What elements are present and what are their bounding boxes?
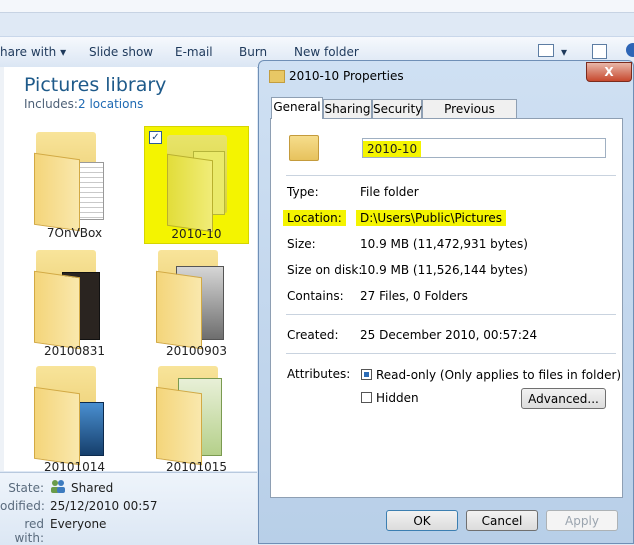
state-label: State: (8, 481, 44, 495)
tile-caption: 7OnVBox (46, 226, 103, 240)
help-icon[interactable] (626, 43, 634, 57)
cancel-button[interactable]: Cancel (466, 510, 538, 531)
hidden-label: Hidden (376, 391, 419, 405)
size-on-disk-label: Size on disk: (287, 263, 363, 277)
modified-label: odified: (0, 499, 45, 513)
type-value: File folder (360, 185, 419, 199)
separator (286, 175, 616, 176)
tab-previous-versions[interactable]: Previous Versions (422, 99, 517, 134)
folder-front-icon (156, 270, 202, 350)
location-value: D:\Users\Public\Pictures (356, 210, 507, 226)
created-value: 25 December 2010, 00:57:24 (360, 328, 538, 342)
general-tab-panel: 2010-10 Type: File folder Location: D:\U… (270, 118, 623, 498)
created-label: Created: (287, 328, 339, 342)
folder-icon (269, 70, 285, 83)
tile-caption: 2010-10 (171, 227, 222, 241)
preview-pane-icon[interactable] (592, 44, 607, 59)
new-folder-button[interactable]: New folder (294, 45, 359, 59)
hidden-checkbox[interactable] (361, 392, 372, 403)
apply-button[interactable]: Apply (546, 510, 618, 531)
folder-tile-20100903[interactable]: 20100903 (144, 246, 249, 362)
dialog-title: 2010-10 Properties (289, 69, 404, 83)
tile-caption: 20100831 (43, 344, 106, 358)
tab-security[interactable]: Security (372, 99, 422, 118)
folder-front-icon (156, 386, 202, 466)
shared-users-icon (50, 479, 66, 493)
state-value: Shared (71, 481, 114, 495)
burn-button[interactable]: Burn (239, 45, 267, 59)
type-label: Type: (287, 185, 319, 199)
size-on-disk-value: 10.9 MB (11,526,144 bytes) (360, 263, 528, 277)
modified-value: 25/12/2010 00:57 (50, 499, 158, 513)
contains-value: 27 Files, 0 Folders (360, 289, 468, 303)
folder-front-icon (34, 270, 80, 350)
locations-link[interactable]: 2 locations (78, 97, 143, 111)
folder-large-icon (289, 131, 319, 161)
library-title: Pictures library (24, 74, 167, 96)
library-scrollbar[interactable] (0, 67, 4, 471)
tab-general[interactable]: General (271, 97, 323, 119)
dropdown-arrow-icon: ▾ (60, 45, 67, 59)
close-button[interactable]: X (586, 62, 632, 82)
folder-front-icon (34, 152, 80, 232)
selection-checkbox[interactable]: ✓ (149, 131, 162, 144)
share-with-menu[interactable]: hare with ▾ (0, 45, 66, 59)
email-button[interactable]: E-mail (175, 45, 213, 59)
location-label: Location: (283, 210, 346, 226)
ok-button[interactable]: OK (386, 510, 458, 531)
folder-front-icon (167, 153, 213, 233)
folder-tile-20101015[interactable]: 20101015 (144, 362, 249, 478)
tile-caption: 20100903 (165, 344, 228, 358)
close-icon: X (604, 65, 614, 79)
shared-with-value: Everyone (50, 517, 107, 531)
folder-tile-7onvbox[interactable]: 7OnVBox (22, 126, 127, 242)
folder-front-icon (34, 386, 80, 466)
separator (286, 353, 616, 354)
readonly-checkbox[interactable] (361, 369, 372, 380)
slide-show-button[interactable]: Slide show (89, 45, 153, 59)
tab-sharing[interactable]: Sharing (323, 99, 372, 118)
view-dropdown-arrow-icon[interactable]: ▾ (561, 45, 567, 59)
attributes-label: Attributes: (287, 367, 351, 381)
folder-name-input[interactable]: 2010-10 (362, 138, 606, 158)
folder-name-value: 2010-10 (363, 141, 422, 157)
readonly-label: Read-only (Only applies to files in fold… (376, 368, 622, 382)
shared-with-label: red with: (14, 517, 44, 545)
properties-dialog: 2010-10 Properties X General Sharing Sec… (258, 60, 634, 544)
size-label: Size: (287, 237, 316, 251)
folder-tile-20101014[interactable]: 20101014 (22, 362, 127, 478)
includes-label: Includes: (24, 97, 78, 111)
window-top-strip (0, 0, 634, 13)
folder-tile-20100831[interactable]: 20100831 (22, 246, 127, 362)
advanced-button[interactable]: Advanced... (521, 388, 606, 409)
folder-tile-2010-10[interactable]: ✓ 2010-10 (144, 126, 249, 244)
view-options-icon[interactable] (538, 44, 554, 57)
size-value: 10.9 MB (11,472,931 bytes) (360, 237, 528, 251)
contains-label: Contains: (287, 289, 344, 303)
separator (286, 314, 616, 315)
